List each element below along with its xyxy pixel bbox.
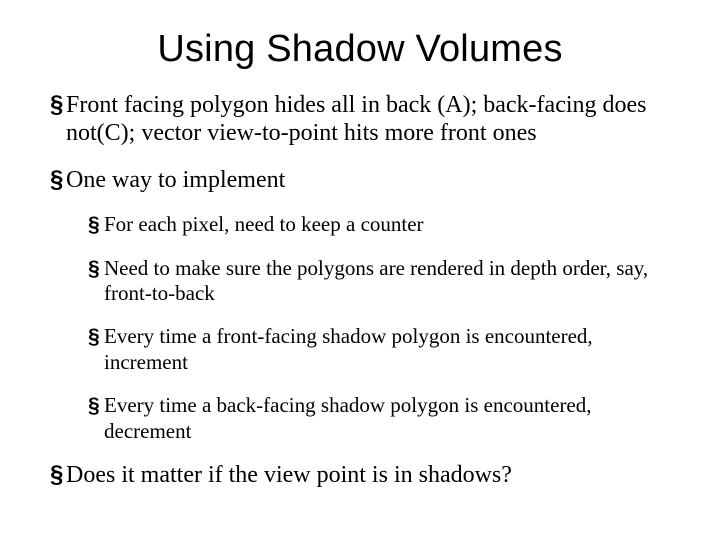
bullet-text: One way to implement [66,167,285,193]
bullet-item: §One way to implement [50,166,670,194]
bullet-subitem: §For each pixel, need to keep a counter [88,212,670,238]
bullet-text: Every time a back-facing shadow polygon … [104,393,592,443]
square-bullet-icon: § [88,257,104,282]
slide: Using Shadow Volumes §Front facing polyg… [0,0,720,540]
bullet-subitem: §Every time a front-facing shadow polygo… [88,324,670,375]
square-bullet-icon: § [50,461,66,489]
slide-title: Using Shadow Volumes [50,28,670,71]
bullet-text: Every time a front-facing shadow polygon… [104,324,593,374]
bullet-subitem: §Need to make sure the polygons are rend… [88,256,670,307]
bullet-text: Need to make sure the polygons are rende… [104,256,648,306]
square-bullet-icon: § [50,166,66,194]
square-bullet-icon: § [88,325,104,350]
square-bullet-icon: § [50,91,66,119]
square-bullet-icon: § [88,213,104,238]
bullet-subitem: §Every time a back-facing shadow polygon… [88,393,670,444]
bullet-item: §Does it matter if the view point is in … [50,461,670,489]
square-bullet-icon: § [88,394,104,419]
bullet-text: Front facing polygon hides all in back (… [66,92,647,146]
bullet-item: §Front facing polygon hides all in back … [50,91,670,148]
bullet-text: For each pixel, need to keep a counter [104,212,424,236]
bullet-text: Does it matter if the view point is in s… [66,462,512,488]
